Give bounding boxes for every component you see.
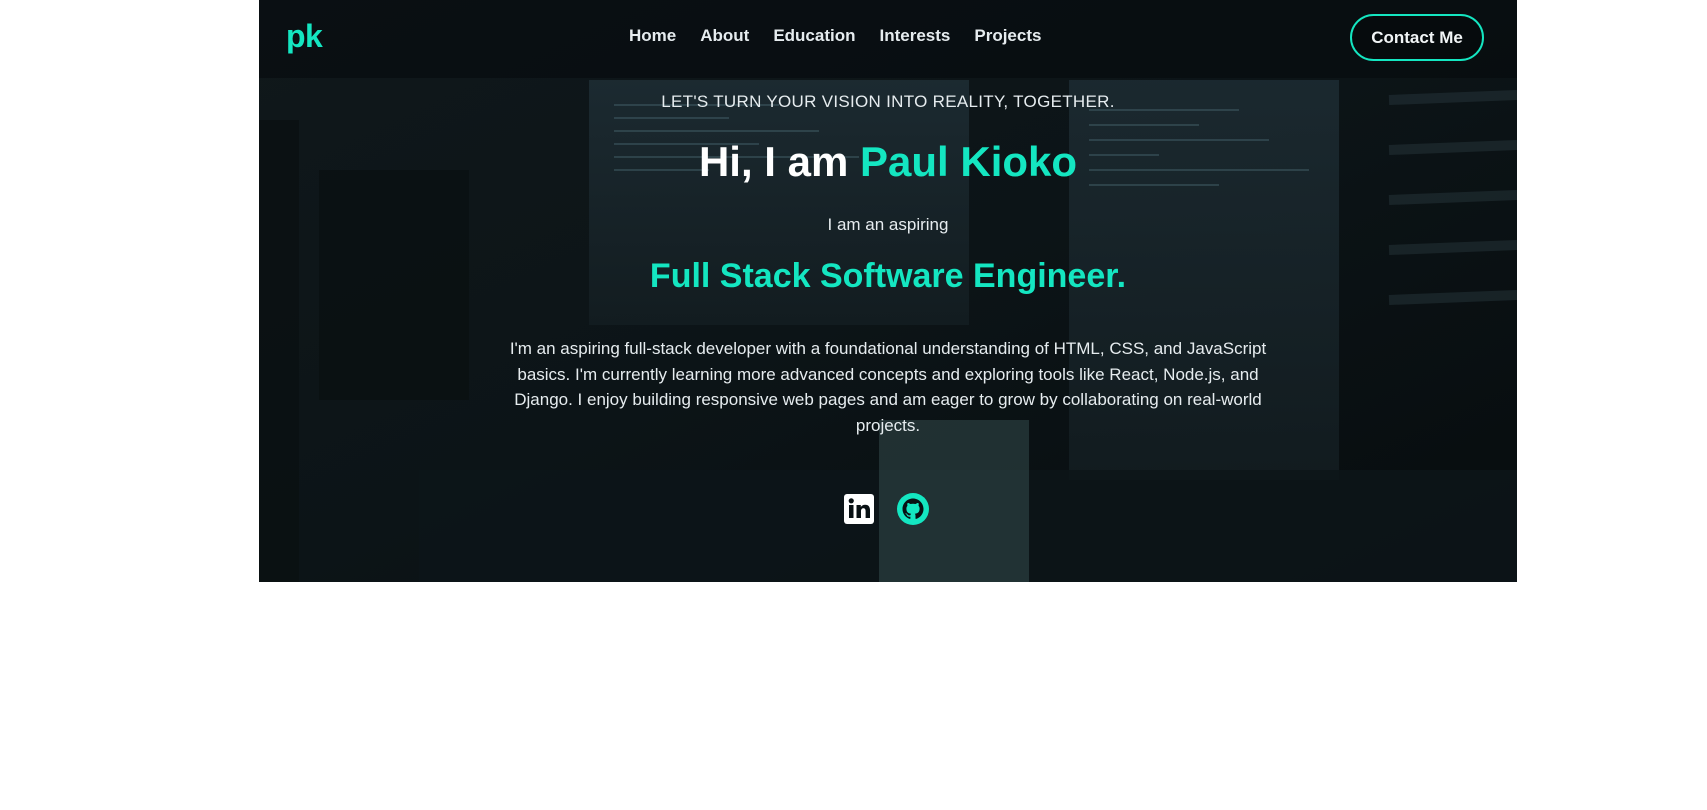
nav-link-projects[interactable]: Projects (974, 26, 1041, 46)
greeting-prefix: Hi, I am (698, 138, 860, 185)
social-links (842, 492, 930, 526)
hero-aspiring-text: I am an aspiring (827, 215, 949, 234)
hero-role: Full Stack Software Engineer. (649, 257, 1127, 295)
nav-link-education[interactable]: Education (773, 26, 855, 46)
linkedin-icon[interactable] (842, 492, 876, 526)
nav-links: Home About Education Interests Projects (629, 26, 1065, 46)
nav-link-about[interactable]: About (700, 26, 749, 46)
hero-bio: I'm an aspiring full-stack developer wit… (509, 339, 1267, 435)
logo[interactable]: pk (286, 18, 323, 55)
github-icon[interactable] (896, 492, 930, 526)
hero-name: Paul Kioko (860, 138, 1078, 185)
hero-greeting: Hi, I am Paul Kioko (259, 138, 1517, 186)
hero-tagline: LET'S TURN YOUR VISION INTO REALITY, TOG… (661, 92, 1115, 111)
nav-link-interests[interactable]: Interests (880, 26, 951, 46)
contact-me-button[interactable]: Contact Me (1350, 14, 1484, 61)
hero-section: pk Home About Education Interests Projec… (259, 0, 1517, 582)
navbar: pk Home About Education Interests Projec… (259, 0, 1517, 78)
nav-link-home[interactable]: Home (629, 26, 676, 46)
